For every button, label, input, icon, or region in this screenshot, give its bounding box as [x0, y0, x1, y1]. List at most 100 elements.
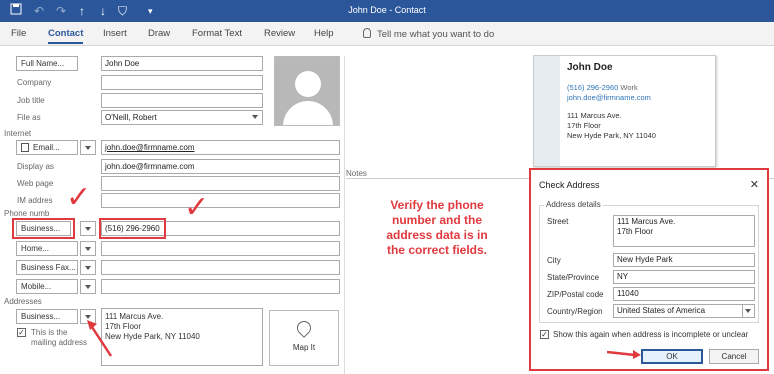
tab-insert[interactable]: Insert — [103, 28, 127, 39]
phone-mobile-dropdown[interactable] — [80, 279, 96, 294]
lightbulb-icon — [363, 28, 371, 38]
card-phone-type: Work — [620, 83, 638, 92]
address-business-button[interactable]: Business... — [16, 309, 78, 324]
mailing-address-label-line1: This is the — [31, 328, 68, 337]
window-title: John Doe - Contact — [348, 5, 426, 15]
country-label: Country/Region — [547, 307, 603, 316]
ok-button[interactable]: OK — [641, 349, 703, 364]
state-label: State/Province — [547, 273, 600, 282]
address-details-label: Address details — [544, 200, 603, 209]
city-field[interactable]: New Hyde Park — [613, 253, 755, 267]
chevron-down-icon — [745, 309, 751, 313]
full-name-field[interactable]: John Doe — [101, 56, 263, 71]
phone-fax-field[interactable] — [101, 260, 340, 275]
email-button[interactable]: Email... — [16, 140, 78, 155]
tab-draw[interactable]: Draw — [148, 28, 170, 39]
mailing-address-label-line2: mailing address — [31, 338, 88, 347]
map-pin-icon — [294, 318, 314, 338]
job-title-label: Job title — [17, 96, 45, 105]
web-page-field[interactable] — [101, 176, 340, 191]
card-stripe — [534, 56, 560, 166]
tab-file[interactable]: File — [11, 28, 26, 39]
im-address-field[interactable] — [101, 193, 340, 208]
map-it-label: Map It — [292, 343, 316, 352]
avatar-body — [283, 101, 333, 125]
address-line: 17th Floor — [105, 322, 142, 331]
highlight-phone-field — [99, 218, 166, 239]
map-it-button[interactable]: Map It — [269, 310, 339, 366]
annotation-line: number and the — [391, 213, 482, 227]
phone-mobile-field[interactable] — [101, 279, 340, 294]
company-field[interactable] — [101, 75, 263, 90]
ribbon-tabs: File Contact Insert Draw Format Text Rev… — [0, 22, 774, 46]
addresses-section-label: Addresses — [4, 297, 42, 306]
check-address-dialog: Check Address ✕ Address details Street 1… — [529, 168, 769, 371]
phone-mobile-button[interactable]: Mobile... — [16, 279, 78, 294]
email-value: john.doe@firmname.com — [105, 143, 195, 152]
file-as-select[interactable]: O'Neill, Robert — [101, 110, 263, 125]
state-field[interactable]: NY — [613, 270, 755, 284]
email-dropdown[interactable] — [80, 140, 96, 155]
card-name: John Doe — [567, 62, 613, 73]
display-as-label: Display as — [17, 162, 54, 171]
tell-me-search[interactable]: Tell me what you want to do — [363, 28, 494, 40]
arrow-annotation — [87, 320, 113, 357]
street-line: 111 Marcus Ave. — [617, 217, 676, 226]
instruction-annotation: Verify the phone number and the address … — [372, 198, 502, 258]
tab-contact[interactable]: Contact — [48, 28, 84, 44]
street-line: 17th Floor — [617, 227, 654, 236]
show-again-checkbox[interactable]: ✓ — [540, 330, 549, 339]
tab-review[interactable]: Review — [264, 28, 295, 39]
im-address-label: IM addres — [17, 196, 53, 205]
address-field[interactable]: 111 Marcus Ave. 17th Floor New Hyde Park… — [101, 308, 263, 366]
tell-me-text: Tell me what you want to do — [377, 29, 495, 40]
title-bar: ↶ ↷ ↑ ↓ ⛉ ▾ John Doe - Contact — [0, 0, 774, 22]
display-as-field[interactable]: john.doe@firmname.com — [101, 159, 340, 174]
card-address-line: 17th Floor — [567, 121, 601, 130]
email-button-label: Email... — [33, 143, 60, 152]
contact-card-icon — [21, 143, 29, 152]
notes-label: Notes — [346, 169, 367, 178]
card-phone-line: (516) 296-2960 Work — [567, 83, 638, 92]
tab-help[interactable]: Help — [314, 28, 334, 39]
check-mark-annotation: ✓ — [66, 180, 92, 215]
country-dropdown-button[interactable] — [742, 305, 754, 317]
phone-home-dropdown[interactable] — [80, 241, 96, 256]
business-card[interactable]: John Doe (516) 296-2960 Work john.doe@fi… — [533, 55, 716, 167]
contact-photo[interactable] — [274, 56, 340, 126]
phone-home-button[interactable]: Home... — [16, 241, 78, 256]
annotation-line: the correct fields. — [386, 243, 488, 257]
close-icon[interactable]: ✕ — [750, 178, 759, 191]
cancel-button[interactable]: Cancel — [709, 349, 759, 364]
divider — [344, 56, 345, 374]
mailing-address-checkbox[interactable]: ✓ — [17, 328, 26, 337]
zip-label: ZIP/Postal code — [547, 290, 604, 299]
country-select[interactable]: United States of America — [613, 304, 755, 318]
annotation-line: Verify the phone — [390, 198, 484, 212]
show-again-label: Show this again when address is incomple… — [553, 330, 749, 339]
tab-format-text[interactable]: Format Text — [192, 28, 242, 39]
job-title-field[interactable] — [101, 93, 263, 108]
address-line: 111 Marcus Ave. — [105, 312, 164, 321]
full-name-button[interactable]: Full Name... — [16, 56, 78, 71]
city-label: City — [547, 256, 561, 265]
check-mark-annotation: ✓ — [184, 190, 210, 225]
phone-fax-button[interactable]: Business Fax... — [16, 260, 78, 275]
card-address-line: 111 Marcus Ave. — [567, 111, 622, 120]
arrow-annotation — [607, 350, 641, 359]
card-phone: (516) 296-2960 — [567, 83, 619, 92]
phone-business-dropdown[interactable] — [80, 221, 96, 236]
email-field[interactable]: john.doe@firmname.com — [101, 140, 340, 155]
phone-home-field[interactable] — [101, 241, 340, 256]
street-field[interactable]: 111 Marcus Ave. 17th Floor — [613, 215, 755, 247]
avatar-head — [295, 71, 321, 97]
phone-section-label: Phone numb — [4, 209, 50, 218]
annotation-line: address data is in — [386, 228, 488, 242]
file-as-label: File as — [17, 113, 41, 122]
zip-field[interactable]: 11040 — [613, 287, 755, 301]
internet-section-label: Internet — [4, 129, 32, 138]
card-address-line: New Hyde Park, NY 11040 — [567, 131, 656, 140]
phone-fax-dropdown[interactable] — [80, 260, 96, 275]
address-line: New Hyde Park, NY 11040 — [105, 332, 200, 341]
highlight-business-button — [12, 218, 75, 239]
